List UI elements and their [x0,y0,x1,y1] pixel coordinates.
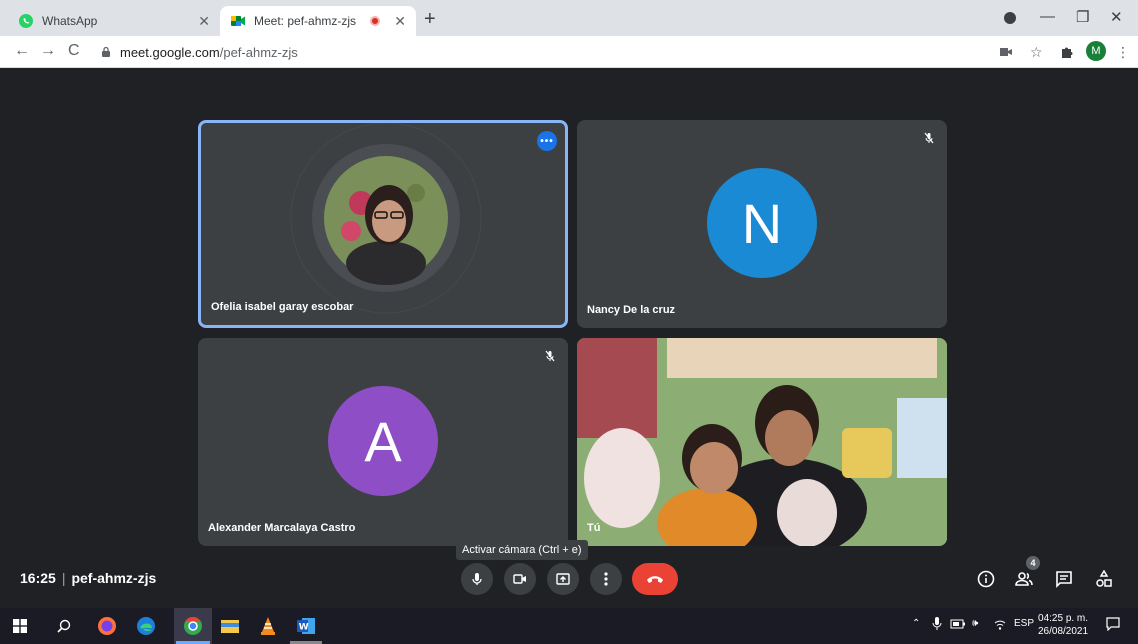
end-call-icon [647,576,663,583]
microphone-button[interactable] [461,563,493,595]
browser-menu-icon[interactable]: ⋮ [1116,44,1130,61]
participant-name: Tú [587,522,601,534]
tab-title: Meet: pef-ahmz-zjs [254,14,357,28]
volume-icon[interactable]: 🕪 [972,618,978,629]
firefox-icon[interactable] [97,616,117,636]
camera-tooltip: Activar cámara (Ctrl + e) [456,540,588,560]
svg-text:W: W [299,623,309,633]
search-icon[interactable] [54,616,74,636]
url-field[interactable]: meet.google.com/pef-ahmz-zjs [100,40,960,64]
browser-tab-bar: WhatsApp ✕ Meet: pef-ahmz-zjs ✕ + — ❐ ✕ [0,0,1138,36]
present-screen-button[interactable] [547,563,579,595]
close-tab-icon[interactable]: ✕ [394,13,406,30]
reload-icon[interactable]: C [68,42,80,60]
camera-icon [513,574,526,584]
self-camera-feed [577,338,947,546]
participant-count-badge: 4 [1026,556,1040,570]
chrome-icon[interactable] [183,616,203,636]
battery-icon[interactable] [950,618,966,630]
participant-tile[interactable]: N Nancy De la cruz [577,120,947,328]
close-window-icon[interactable]: ✕ [1110,8,1123,26]
participant-tile[interactable]: A Alexander Marcalaya Castro [198,338,568,546]
participant-name: Alexander Marcalaya Castro [208,522,356,534]
meet-stage [0,68,1138,608]
close-tab-icon[interactable]: ✕ [198,13,210,30]
recording-indicator-icon [370,16,381,26]
url-host: meet.google.com [120,44,220,60]
camera-button[interactable] [504,563,536,595]
back-icon[interactable]: ← [14,42,30,60]
participant-name: Nancy De la cruz [587,304,676,316]
restore-icon[interactable]: ❐ [1076,8,1089,26]
forward-icon[interactable]: → [40,42,56,60]
activities-button[interactable] [1092,567,1116,591]
meeting-separator: | [61,570,66,586]
tab-meet[interactable]: Meet: pef-ahmz-zjs ✕ [220,6,416,36]
new-tab-icon[interactable]: + [424,8,436,31]
meeting-details-button[interactable] [974,567,998,591]
more-vert-icon [604,572,608,586]
notifications-icon[interactable] [1106,617,1120,631]
tab-search-icon[interactable] [1004,12,1016,24]
extensions-puzzle-icon[interactable] [1060,45,1074,59]
meeting-code: pef-ahmz-zjs [71,570,157,586]
meeting-details: 16:25 | pef-ahmz-zjs [20,570,156,586]
participant-name: Ofelia isabel garay escobar [211,301,354,313]
word-icon[interactable]: W [296,616,316,636]
whatsapp-icon [19,14,33,28]
chat-button[interactable] [1052,567,1076,591]
windows-taskbar [0,608,1138,644]
file-explorer-icon[interactable] [220,616,240,636]
people-icon [1015,572,1033,586]
tab-whatsapp[interactable]: WhatsApp ✕ [8,6,220,36]
clock-time: 04:25 p. m. [1038,613,1089,624]
mic-muted-icon [919,128,939,148]
more-options-button[interactable] [590,563,622,595]
system-clock[interactable]: 04:25 p. m. 26/08/2021 [1038,612,1088,638]
show-hidden-icons-icon[interactable]: ⌃ [912,618,920,629]
info-icon [977,570,995,588]
microphone-icon [472,573,482,585]
mic-muted-icon [540,346,560,366]
mic-tray-icon[interactable] [932,617,942,631]
input-language[interactable]: ESP [1014,618,1034,629]
participant-photo-avatar [290,123,482,314]
more-options-icon[interactable]: ••• [537,131,557,151]
url-path: /pef-ahmz-zjs [219,44,298,60]
lock-icon [102,46,110,57]
chat-icon [1056,571,1072,588]
bookmark-star-icon[interactable]: ☆ [1030,44,1043,61]
minimize-icon[interactable]: — [1040,8,1055,25]
edge-icon[interactable] [136,616,156,636]
wifi-icon[interactable] [994,619,1006,631]
meet-icon [231,16,245,26]
participant-avatar: A [328,386,438,496]
leave-call-button[interactable] [632,563,678,595]
clock-date: 26/08/2021 [1038,626,1089,637]
participants-button[interactable] [1012,567,1036,591]
vlc-icon[interactable] [258,616,278,636]
self-video-tile[interactable]: Tú [577,338,947,546]
address-bar: ← → C meet.google.com/pef-ahmz-zjs ☆ ⋮ [0,36,1138,68]
camera-in-use-icon[interactable] [1000,47,1012,57]
meeting-time: 16:25 [20,570,56,586]
tab-title: WhatsApp [42,14,98,28]
windows-start-icon[interactable] [10,616,30,636]
participant-tile[interactable]: ••• Ofelia isabel garay escobar [198,120,568,328]
activities-shapes-icon [1096,570,1112,587]
present-screen-icon [556,573,570,585]
participant-avatar: N [707,168,817,278]
profile-avatar[interactable]: M [1086,41,1106,61]
